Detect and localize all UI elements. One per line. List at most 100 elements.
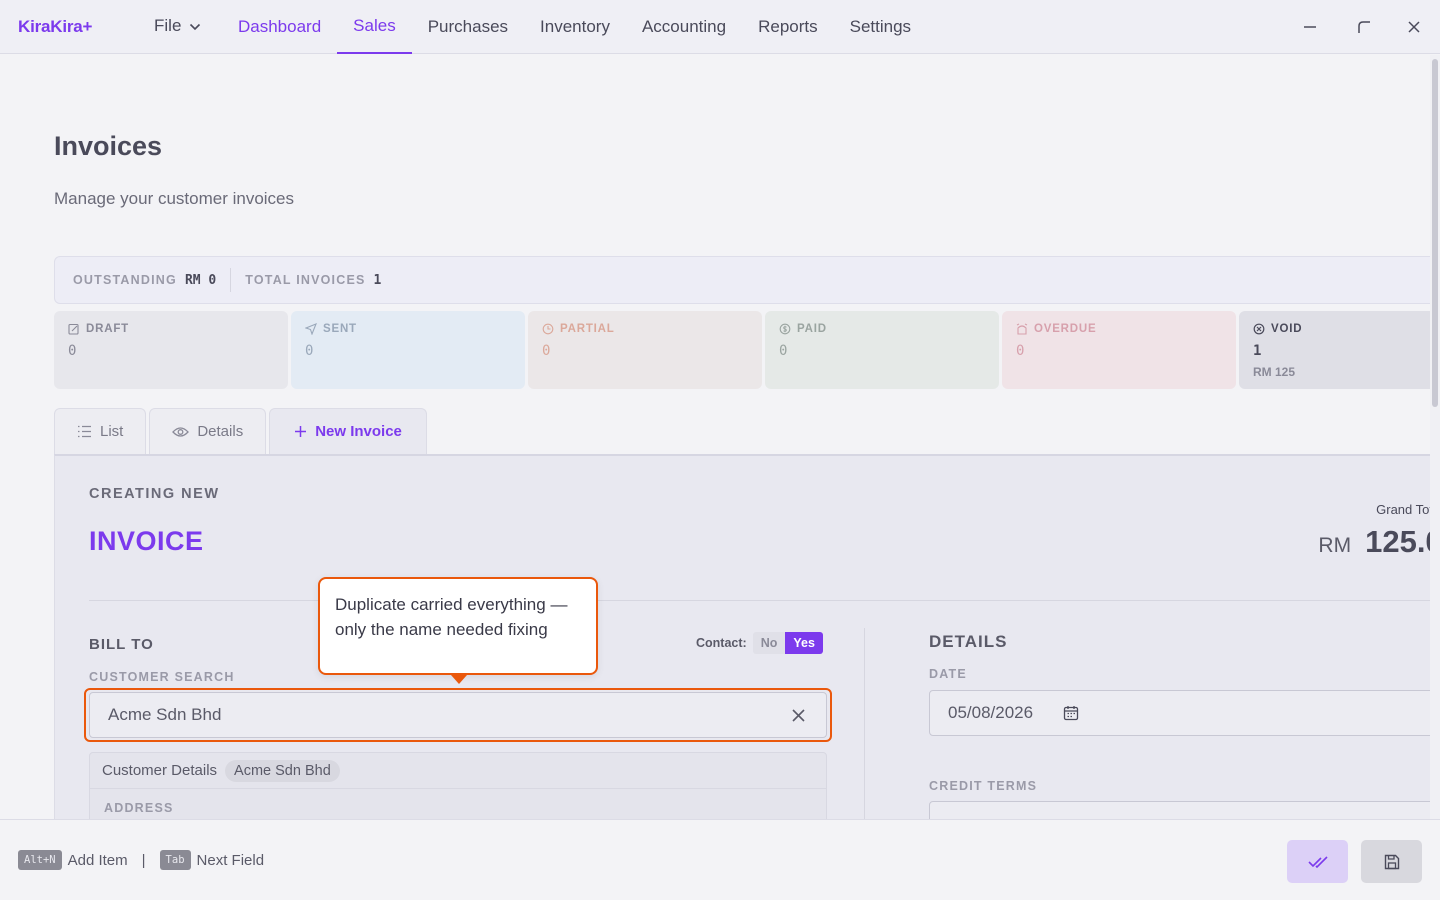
bill-to-heading: BILL TO — [89, 636, 154, 653]
grand-total: RM 125.0( — [1318, 524, 1430, 560]
contact-toggle-group: Contact: No Yes — [696, 632, 823, 654]
tab-new-invoice[interactable]: New Invoice — [269, 408, 427, 454]
close-icon — [1408, 21, 1420, 33]
column-divider — [864, 628, 865, 819]
list-icon — [78, 425, 91, 438]
credit-terms-select[interactable] — [929, 801, 1430, 819]
top-bar: KiraKira+ File Dashboard Sales Purchases… — [0, 0, 1440, 54]
creating-label: CREATING NEW — [89, 486, 220, 502]
clock-icon — [542, 323, 554, 335]
customer-search-label: CUSTOMER SEARCH — [89, 670, 235, 684]
tab-label: New Invoice — [315, 423, 402, 440]
chevron-down-icon — [189, 16, 201, 36]
alarm-icon — [1016, 323, 1028, 335]
status-card-sent[interactable]: SENT 0 — [291, 311, 525, 389]
maximize-icon — [1358, 21, 1370, 33]
keyboard-hints: Alt+N Add Item | Tab Next Field — [18, 850, 264, 870]
save-button[interactable] — [1361, 840, 1422, 883]
main-nav: Dashboard Sales Purchases Inventory Acco… — [222, 0, 927, 54]
main-scrollbar[interactable] — [1430, 55, 1440, 819]
file-menu[interactable]: File — [154, 16, 201, 36]
address-label: ADDRESS — [104, 801, 174, 815]
customer-details-panel: Customer Details Acme Sdn Bhd ADDRESS — [89, 752, 827, 819]
credit-terms-label: CREDIT TERMS — [929, 779, 1038, 793]
contact-yes-option[interactable]: Yes — [785, 632, 823, 654]
annotation-callout: Duplicate carried everything — only the … — [318, 577, 598, 675]
total-invoices-label: TOTAL INVOICES — [245, 273, 366, 287]
shortcut-key-next: Tab — [159, 850, 191, 870]
status-count: 0 — [542, 343, 551, 359]
main-content: Invoices Manage your customer invoices O… — [0, 55, 1430, 819]
status-count: 1 — [1253, 343, 1262, 359]
status-count: 0 — [779, 343, 788, 359]
nav-accounting[interactable]: Accounting — [626, 0, 742, 54]
double-check-icon — [1307, 855, 1328, 868]
grand-total-label: Grand Tot — [1376, 502, 1430, 517]
customer-details-header[interactable]: Customer Details Acme Sdn Bhd — [90, 753, 826, 789]
tab-label: Details — [197, 423, 244, 440]
contact-label: Contact: — [696, 636, 747, 650]
status-card-void[interactable]: VOID 1 RM 125 — [1239, 311, 1430, 389]
hint-separator: | — [141, 851, 146, 869]
shortcut-key-add: Alt+N — [18, 850, 62, 870]
summary-bar: OUTSTANDING RM 0 TOTAL INVOICES 1 — [54, 256, 1430, 304]
save-icon — [1384, 854, 1399, 869]
page-subtitle: Manage your customer invoices — [54, 189, 295, 208]
new-invoice-form: CREATING NEW INVOICE Grand Tot RM 125.0(… — [54, 454, 1430, 819]
scrollbar-thumb[interactable] — [1432, 59, 1438, 407]
status-amount: RM 125 — [1253, 365, 1296, 379]
tab-list[interactable]: List — [54, 408, 147, 454]
details-heading: DETAILS — [929, 632, 1008, 651]
minimize-button[interactable] — [1297, 14, 1323, 40]
send-icon — [305, 323, 317, 335]
close-window-button[interactable] — [1401, 14, 1427, 40]
nav-dashboard[interactable]: Dashboard — [222, 0, 337, 54]
calendar-icon[interactable] — [1063, 705, 1079, 721]
contact-toggle: No Yes — [752, 632, 823, 654]
total-invoices-value: 1 — [373, 272, 382, 288]
status-card-partial[interactable]: PARTIAL 0 — [528, 311, 762, 389]
tab-details[interactable]: Details — [149, 408, 267, 454]
date-field[interactable]: 05/08/2026 — [929, 690, 1430, 736]
status-card-draft[interactable]: DRAFT 0 — [54, 311, 288, 389]
status-card-paid[interactable]: PAID 0 — [765, 311, 999, 389]
maximize-button[interactable] — [1351, 14, 1377, 40]
clear-search-button[interactable] — [788, 705, 808, 725]
x-circle-icon — [1253, 323, 1265, 335]
customer-details-label: Customer Details — [102, 762, 218, 779]
status-label: PARTIAL — [560, 323, 615, 335]
date-label: DATE — [929, 667, 967, 681]
customer-search-input[interactable] — [108, 705, 788, 725]
grand-total-currency: RM — [1318, 534, 1352, 557]
nav-sales[interactable]: Sales — [337, 0, 412, 54]
app-logo: KiraKira+ — [18, 17, 93, 36]
status-label: VOID — [1271, 323, 1303, 335]
plus-icon — [295, 426, 307, 437]
status-label: OVERDUE — [1034, 323, 1097, 335]
file-menu-label: File — [154, 16, 182, 35]
status-count: 0 — [1016, 343, 1025, 359]
nav-inventory[interactable]: Inventory — [524, 0, 626, 54]
nav-purchases[interactable]: Purchases — [412, 0, 524, 54]
view-tabs: List Details New Invoice — [54, 408, 427, 454]
date-value: 05/08/2026 — [948, 703, 1034, 722]
contact-no-option[interactable]: No — [752, 632, 786, 654]
status-card-overdue[interactable]: OVERDUE 0 — [1002, 311, 1236, 389]
nav-reports[interactable]: Reports — [742, 0, 834, 54]
callout-pointer — [451, 675, 467, 684]
grand-total-value: 125.0( — [1365, 524, 1430, 559]
outstanding-value: RM 0 — [184, 272, 217, 288]
minimize-icon — [1304, 26, 1316, 28]
finalize-button[interactable] — [1287, 840, 1348, 883]
nav-settings[interactable]: Settings — [834, 0, 927, 54]
eye-icon — [172, 426, 190, 437]
status-label: DRAFT — [86, 323, 129, 335]
invoice-title: INVOICE — [89, 526, 204, 556]
customer-chip: Acme Sdn Bhd — [225, 759, 340, 782]
status-count: 0 — [305, 343, 314, 359]
status-label: SENT — [323, 323, 357, 335]
shortcut-label-next: Next Field — [196, 851, 265, 869]
footer-bar: Alt+N Add Item | Tab Next Field — [0, 819, 1440, 900]
outstanding-label: OUTSTANDING — [73, 273, 177, 287]
dollar-icon — [779, 323, 791, 335]
